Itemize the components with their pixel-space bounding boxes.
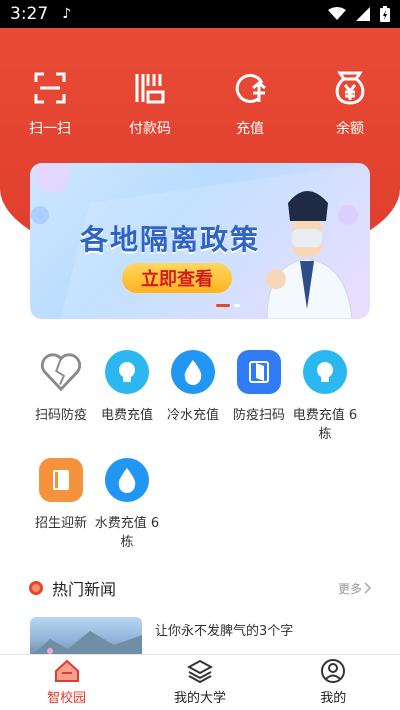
news-more-link[interactable]: 更多 [338, 580, 372, 597]
service-item[interactable]: 冷水充值 [160, 350, 226, 458]
quick-action-label: 余额 [336, 121, 364, 137]
signal-icon [356, 7, 370, 21]
tiktok-icon: ♪ [62, 6, 72, 22]
tab-my-university[interactable]: 我的大学 [150, 659, 250, 706]
quick-action-recharge[interactable]: 充值 [210, 70, 290, 138]
service-icon-bg [303, 350, 347, 394]
news-heading: 热门新闻 [52, 580, 117, 599]
pagination-dot [234, 304, 240, 307]
more-label: 更多 [337, 581, 362, 596]
service-label: 水费充值 6栋 [94, 516, 160, 550]
pagination-dot-active [216, 304, 230, 307]
status-bar: 3:27 ♪ [0, 0, 400, 28]
service-icon-bg [39, 458, 83, 502]
tab-home[interactable]: 智校园 [17, 659, 117, 706]
service-icon-bg [237, 350, 281, 394]
doctor-illustration [266, 191, 353, 319]
water-drop-icon [184, 360, 202, 385]
layers-icon [186, 659, 213, 683]
status-time: 3:27 [10, 4, 49, 24]
news-list-item[interactable]: 让你永不发脾气的3个字 [30, 617, 372, 657]
quick-action-scan[interactable]: 扫一扫 [10, 70, 90, 138]
door-icon [249, 361, 269, 383]
service-label: 防疫扫码 [232, 408, 285, 423]
service-item[interactable]: 电费充值 6栋 [292, 350, 358, 458]
recharge-icon [235, 73, 266, 103]
service-icon-bg [105, 458, 149, 502]
service-label: 招生迎新 [34, 516, 87, 531]
quick-action-label: 充值 [236, 121, 264, 137]
news-title: 让你永不发脾气的3个字 [155, 624, 294, 639]
home-icon [54, 659, 79, 682]
bottom-tab-bar: 智校园 我的大学 我的 [0, 654, 400, 710]
wifi-icon [328, 7, 346, 20]
service-label: 扫码防疫 [34, 408, 87, 423]
quick-action-balance[interactable]: 余额 [310, 70, 390, 138]
quick-action-label: 付款码 [129, 121, 171, 137]
battery-icon [380, 6, 390, 22]
tab-me[interactable]: 我的 [283, 659, 383, 706]
service-item[interactable]: 防疫扫码 [226, 350, 292, 458]
lightbulb-icon [119, 362, 135, 382]
service-grid: 扫码防疫 电费充值 冷水充值 防疫扫码 电费充值 6栋 招生迎新 水费充值 6栋 [28, 350, 372, 566]
service-label: 冷水充值 [166, 408, 219, 423]
service-icon-bg [171, 350, 215, 394]
user-icon [321, 659, 346, 683]
barcode-icon [135, 74, 165, 104]
banner-title: 各地隔离政策 [80, 223, 261, 256]
heart-outline-icon [40, 353, 82, 392]
service-item[interactable]: 招生迎新 [28, 458, 94, 566]
banner-pagination [216, 304, 240, 307]
news-badge-icon [29, 581, 43, 595]
quick-action-label: 扫一扫 [29, 121, 71, 137]
service-label: 电费充值 [100, 408, 153, 423]
news-thumbnail [30, 617, 142, 657]
tab-label: 我的大学 [173, 691, 226, 706]
promo-banner[interactable]: 各地隔离政策 立即查看 [30, 163, 370, 319]
quick-actions: 扫一扫 付款码 充值 余额 [0, 70, 400, 138]
tab-label: 智校园 [47, 691, 87, 706]
chevron-right-icon [364, 582, 372, 594]
service-label: 电费充值 6栋 [292, 408, 358, 442]
scan-icon [34, 72, 66, 104]
money-bag-icon [335, 71, 365, 105]
service-item[interactable]: 电费充值 [94, 350, 160, 458]
book-icon [53, 470, 69, 490]
tab-label: 我的 [320, 691, 347, 706]
service-icon-bg [105, 350, 149, 394]
lightbulb-icon [317, 362, 333, 382]
service-item[interactable]: 扫码防疫 [28, 350, 94, 458]
news-header: 热门新闻 更多 [28, 576, 372, 600]
banner-cta-button[interactable]: 立即查看 [122, 263, 232, 293]
water-drop-icon [118, 468, 136, 493]
service-item[interactable]: 水费充值 6栋 [94, 458, 160, 566]
service-icon-bg [39, 350, 83, 394]
quick-action-pay-code[interactable]: 付款码 [110, 70, 190, 138]
